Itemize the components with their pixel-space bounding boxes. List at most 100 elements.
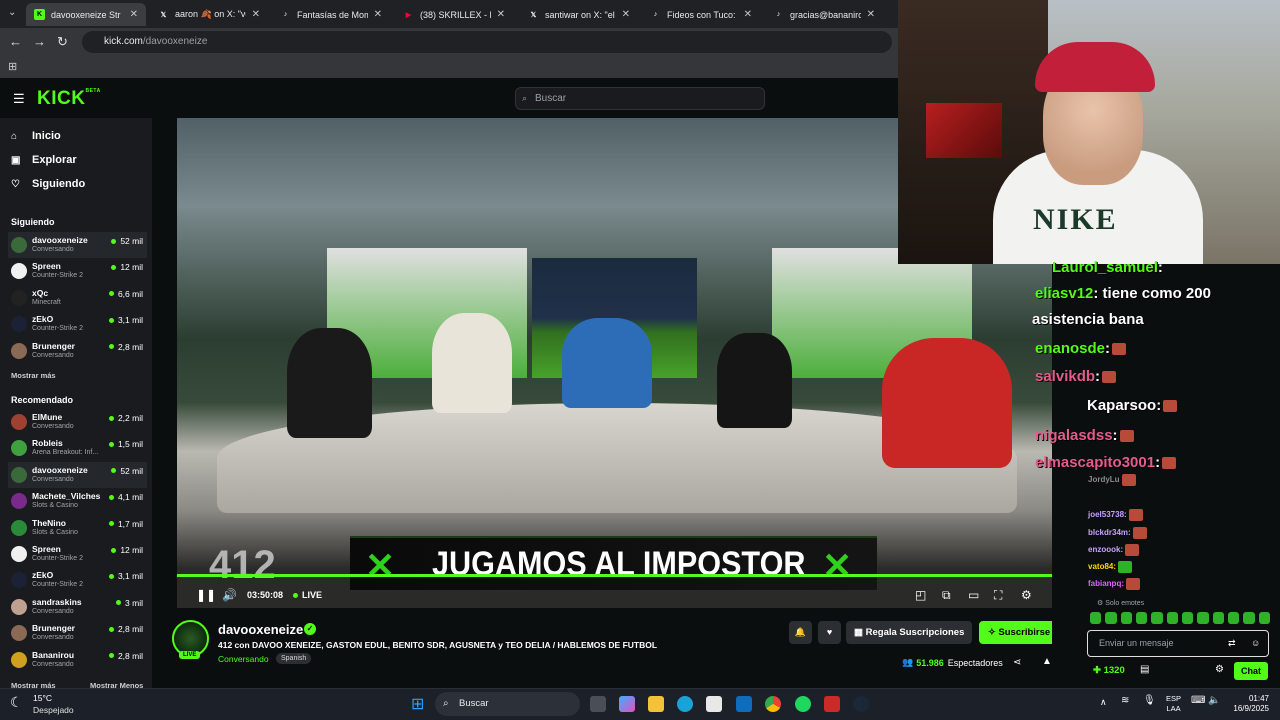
stream-category[interactable]: Conversando (218, 654, 269, 664)
emote-icon[interactable] (1227, 612, 1240, 624)
mic-icon[interactable]: 🎙 (1143, 695, 1156, 706)
emote-bar[interactable] (1090, 612, 1270, 626)
stream-language-tag[interactable]: Spanish (276, 653, 312, 664)
file-explorer-icon[interactable] (648, 696, 664, 712)
tab-close-icon[interactable]: ✕ (252, 9, 260, 20)
show-more-following[interactable]: Mostrar más (11, 371, 56, 380)
store-icon[interactable] (706, 696, 722, 712)
nav-explorar[interactable]: ▣ Explorar (11, 154, 77, 166)
player-progress-bar[interactable] (177, 574, 1052, 577)
subscribe-button[interactable]: ✧ Suscribirse (979, 621, 1059, 644)
tab-close-icon[interactable]: ✕ (130, 9, 138, 20)
tray-chevron-icon[interactable]: ∧ (1100, 697, 1107, 708)
pip-icon[interactable]: ◰ (915, 588, 926, 602)
browser-tab[interactable]: ♪ Fideos con Tuco: Hu ✕ (642, 3, 760, 26)
spotify-icon[interactable] (795, 696, 811, 712)
tab-close-icon[interactable]: ✕ (744, 9, 752, 20)
gift-subs-button[interactable]: ▦ Regala Suscripciones (846, 621, 973, 644)
back-icon[interactable]: ← (9, 34, 22, 49)
notification-bell-button[interactable]: 🔔 (789, 621, 812, 644)
tab-close-icon[interactable]: ✕ (374, 9, 382, 20)
emote-icon[interactable] (1105, 612, 1117, 624)
streamer-name[interactable]: davooxeneize (218, 622, 303, 637)
tab-search-icon[interactable]: ⌄ (8, 7, 16, 18)
outlook-icon[interactable] (736, 696, 752, 712)
steam-icon[interactable] (853, 696, 869, 712)
chat-username[interactable]: elmascapito3001 (1035, 454, 1155, 471)
fullscreen-icon[interactable]: ⛶ (994, 588, 1002, 603)
report-icon[interactable]: ▲ (1042, 656, 1052, 667)
sidebar-channel-spreen[interactable]: Spreen Counter-Strike 2 12 mil (8, 541, 147, 567)
send-chat-button[interactable]: Chat (1234, 662, 1268, 680)
url-field[interactable]: kick.com/davooxeneize (82, 31, 892, 53)
chat-username[interactable]: blckdr34m: (1088, 528, 1131, 537)
chat-username[interactable]: vato84: (1088, 562, 1116, 571)
sidebar-channel-sandraskins[interactable]: sandraskins Conversando 3 mil (8, 594, 147, 620)
sidebar-channel-zeko[interactable]: zEkO Counter-Strike 2 3,1 mil (8, 311, 147, 337)
emote-icon[interactable] (1166, 612, 1178, 624)
sidebar-channel-elmune[interactable]: ElMune Conversando 2,2 mil (8, 409, 147, 435)
chat-username[interactable]: nigalasdss (1035, 427, 1113, 444)
kick-logo[interactable]: KICKBETA (37, 88, 101, 110)
sidebar-channel-thenino[interactable]: TheNino Slots & Casino 1,7 mil (8, 515, 147, 541)
sidebar-channel-spreen[interactable]: Spreen Counter-Strike 2 12 mil (8, 258, 147, 284)
pause-icon[interactable]: ❚❚ (196, 588, 216, 602)
browser-tab[interactable]: 𝕏santiwar on X: "el mo ✕ (520, 3, 638, 26)
chrome-icon[interactable] (765, 696, 781, 712)
browser-tab[interactable]: 𝕏aaron 🍂 on X: "voy ✕ (150, 3, 268, 26)
forward-icon[interactable]: → (33, 34, 46, 49)
emote-icon[interactable] (1135, 612, 1148, 624)
chat-username[interactable]: Laurol_samuel (1052, 259, 1158, 276)
emote-icon[interactable] (1151, 612, 1163, 624)
emote-icon[interactable] (1090, 612, 1102, 624)
apps-grid-icon[interactable]: ⊞ (8, 60, 17, 73)
chat-username[interactable]: eliasv12 (1035, 285, 1093, 302)
chat-username[interactable]: salvikdb (1035, 368, 1095, 385)
task-view-icon[interactable] (590, 696, 606, 712)
browser-tab[interactable]: Kdavooxeneize Str ✕ (26, 3, 146, 26)
sidebar-channel-brunenger[interactable]: Brunenger Conversando 2,8 mil (8, 338, 147, 364)
chat-username[interactable]: Kaparsoo (1087, 397, 1156, 414)
tab-close-icon[interactable]: ✕ (622, 9, 630, 20)
tab-close-icon[interactable]: ✕ (497, 9, 505, 20)
system-clock[interactable]: 01:47 16/9/2025 (1229, 694, 1269, 714)
tab-close-icon[interactable]: ✕ (867, 9, 875, 20)
channel-points[interactable]: ✚ 1320 (1093, 665, 1125, 676)
chat-username[interactable]: enzoook: (1088, 545, 1123, 554)
browser-tab[interactable]: ▶ (38) SKRILLEX - KYOT ✕ (395, 3, 513, 26)
weather-temperature[interactable]: 15°C (33, 693, 52, 703)
weather-description[interactable]: Despejado (33, 705, 74, 715)
browser-tab[interactable]: ♪ gracias@bananirou ✕ (765, 3, 883, 26)
app-icon[interactable] (824, 696, 840, 712)
emote-icon[interactable] (1120, 612, 1132, 624)
language-indicator[interactable]: ESP LAA (1166, 694, 1181, 714)
menu-icon[interactable]: ☰ (13, 91, 25, 107)
browser-tab[interactable]: ♪ Fantasías de Momo ✕ (272, 3, 390, 26)
clip-icon[interactable]: ⧉ (942, 588, 951, 603)
chat-username[interactable]: joel53738: (1088, 510, 1127, 519)
sidebar-channel-robleis[interactable]: Robleis Arena Breakout: Inf... 1,5 mil (8, 435, 147, 461)
emote-icon[interactable] (1258, 612, 1270, 624)
start-icon[interactable]: ⊞ (411, 694, 424, 714)
chat-username[interactable]: fabianpq: (1088, 579, 1124, 588)
emoji-icon[interactable]: ☺ (1251, 631, 1260, 656)
theater-icon[interactable]: ▭ (968, 588, 979, 602)
sidebar-channel-bananirou[interactable]: Bananirou Conversando 2,8 mil (8, 647, 147, 673)
emote-icon[interactable] (1181, 612, 1194, 624)
copilot-icon[interactable] (619, 696, 635, 712)
share-icon[interactable]: ⋖ (1013, 657, 1021, 668)
translate-icon[interactable]: ⇄ (1228, 631, 1236, 656)
sidebar-channel-davooxeneize[interactable]: davooxeneize Conversando 52 mil (8, 232, 147, 258)
search-input[interactable]: ⌕ Buscar (515, 87, 765, 110)
gift-box-icon[interactable]: ▤ (1140, 664, 1149, 675)
network-icon[interactable]: ⌨ (1191, 695, 1205, 706)
wifi-icon[interactable]: ≋ (1121, 695, 1129, 706)
taskbar-search[interactable]: ⌕ Buscar (435, 692, 580, 716)
chat-username[interactable]: JordyLu (1088, 475, 1120, 484)
chat-input[interactable]: Enviar un mensaje ⇄ ☺ (1087, 630, 1269, 657)
sidebar-channel-machete_vilches[interactable]: Machete_Vilches Slots & Casino 4,1 mil (8, 488, 147, 514)
reload-icon[interactable]: ↻ (57, 34, 68, 50)
sidebar-channel-davooxeneize[interactable]: davooxeneize Conversando 52 mil (8, 461, 147, 488)
nav-siguiendo[interactable]: ♡ Siguiendo (11, 178, 85, 190)
chat-settings-icon[interactable]: ⚙ (1215, 664, 1224, 675)
